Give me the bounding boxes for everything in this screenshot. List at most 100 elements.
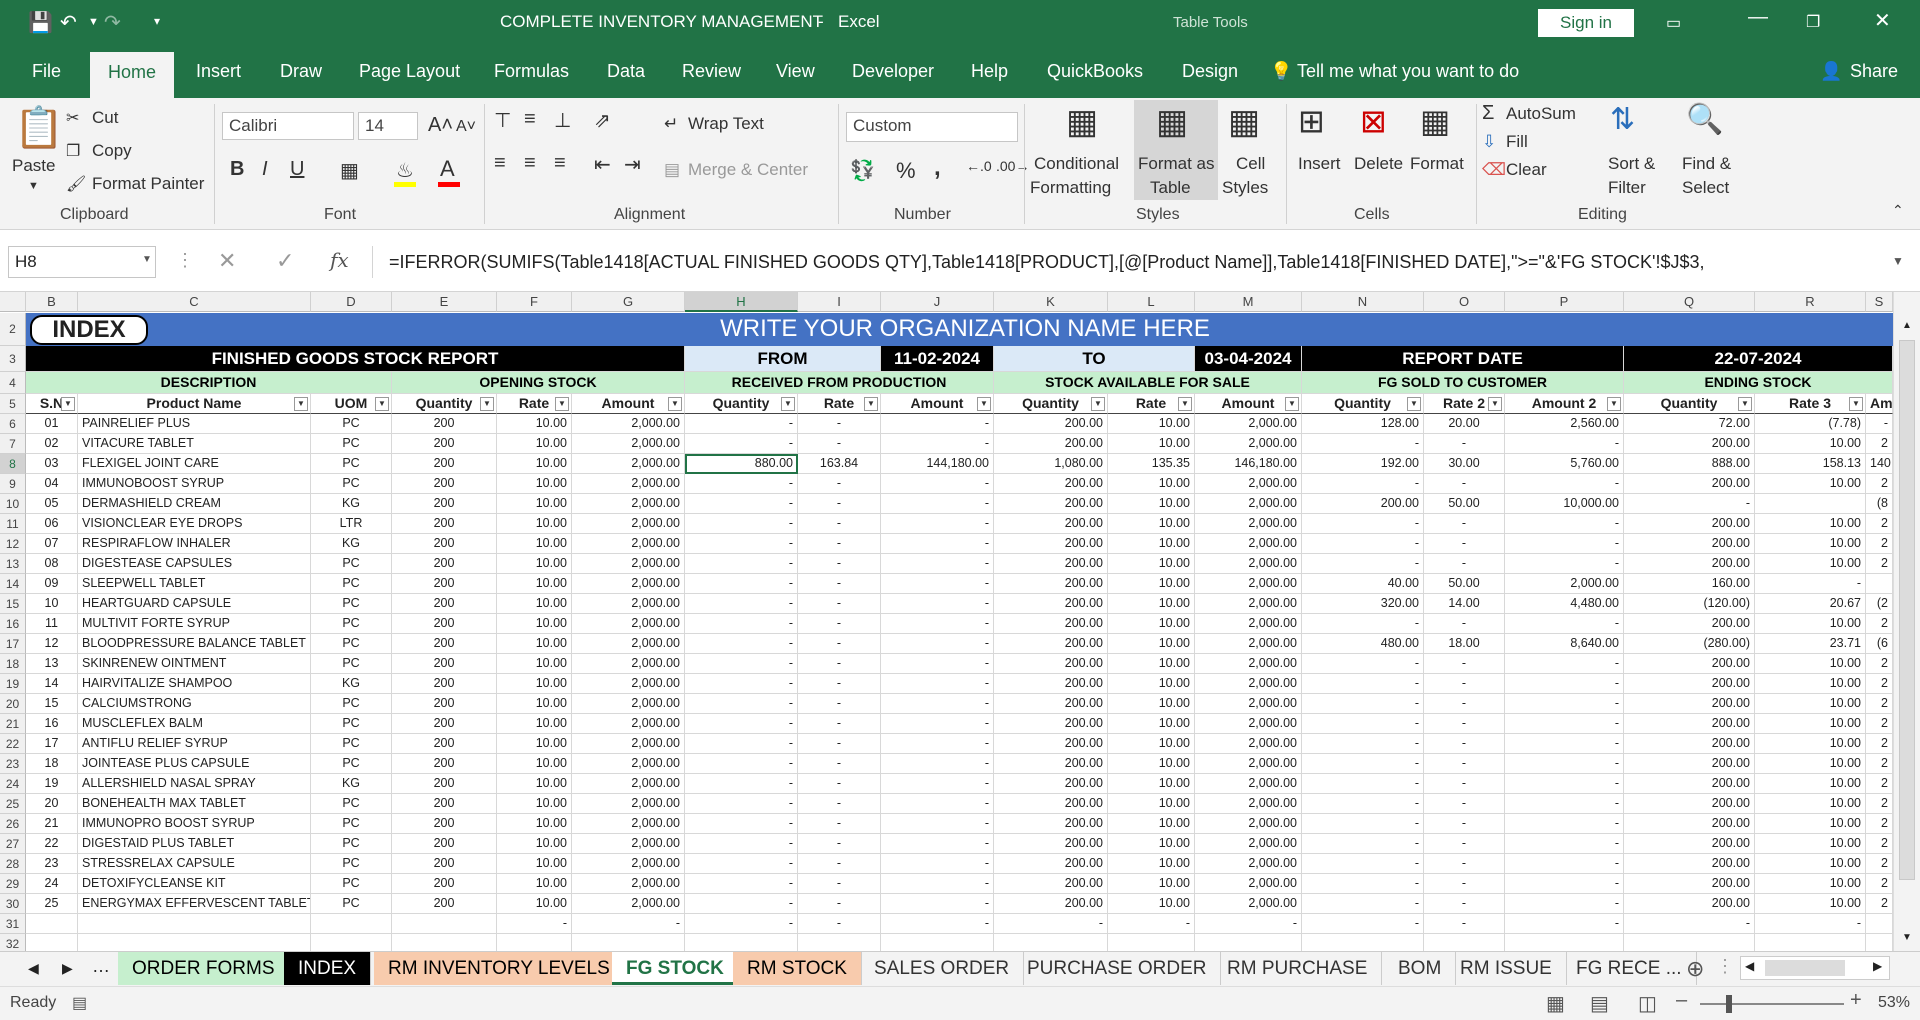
- table-cell[interactable]: [572, 934, 685, 951]
- save-icon[interactable]: 💾: [28, 10, 53, 35]
- table-cell[interactable]: -: [1302, 874, 1424, 894]
- table-cell[interactable]: 10.00: [1108, 474, 1195, 494]
- table-cell[interactable]: 2,000.00: [572, 734, 685, 754]
- table-cell[interactable]: PC: [311, 574, 392, 594]
- table-cell[interactable]: (120.00): [1624, 594, 1755, 614]
- table-cell[interactable]: 10.00: [497, 474, 572, 494]
- table-cell[interactable]: -: [497, 914, 572, 934]
- paste-icon[interactable]: 📋: [14, 104, 64, 151]
- table-cell[interactable]: -: [1424, 434, 1505, 454]
- table-cell[interactable]: 2,000.00: [572, 534, 685, 554]
- table-cell[interactable]: -: [1424, 814, 1505, 834]
- row-header[interactable]: 27: [0, 834, 26, 854]
- table-cell[interactable]: [1424, 934, 1505, 951]
- table-cell[interactable]: 200: [392, 814, 497, 834]
- table-cell[interactable]: 2,000.00: [572, 674, 685, 694]
- table-cell[interactable]: -: [798, 434, 881, 454]
- table-cell[interactable]: -: [881, 614, 994, 634]
- table-cell[interactable]: -: [685, 914, 798, 934]
- table-cell[interactable]: 40.00: [1302, 574, 1424, 594]
- table-cell[interactable]: PC: [311, 894, 392, 914]
- row-header[interactable]: 13: [0, 554, 26, 574]
- table-cell[interactable]: -: [1424, 694, 1505, 714]
- table-cell[interactable]: 200.00: [994, 834, 1108, 854]
- table-cell[interactable]: [1195, 934, 1302, 951]
- table-cell[interactable]: 192.00: [1302, 454, 1424, 474]
- table-cell[interactable]: 200: [392, 514, 497, 534]
- italic-button[interactable]: I: [262, 158, 268, 181]
- filter-dropdown-icon[interactable]: ▼: [1178, 397, 1192, 411]
- table-cell[interactable]: 2,000.00: [572, 794, 685, 814]
- table-cell[interactable]: ENERGYMAX EFFERVESCENT TABLET: [78, 894, 311, 914]
- table-cell[interactable]: -: [1505, 674, 1624, 694]
- table-cell[interactable]: [1108, 934, 1195, 951]
- table-cell[interactable]: 12: [26, 634, 78, 654]
- table-cell[interactable]: PC: [311, 594, 392, 614]
- table-cell[interactable]: 10.00: [497, 634, 572, 654]
- column-header-h[interactable]: H: [685, 292, 798, 312]
- table-cell[interactable]: JOINTEASE PLUS CAPSULE: [78, 754, 311, 774]
- page-layout-view-icon[interactable]: ▤: [1590, 991, 1609, 1016]
- table-cell[interactable]: 10.00: [497, 434, 572, 454]
- table-cell[interactable]: 2,000.00: [1195, 594, 1302, 614]
- table-cell[interactable]: -: [798, 614, 881, 634]
- table-cell[interactable]: -: [881, 714, 994, 734]
- table-cell[interactable]: 11: [26, 614, 78, 634]
- fill-color-icon[interactable]: ♨: [396, 158, 414, 183]
- table-cell[interactable]: 200: [392, 494, 497, 514]
- table-cell[interactable]: [994, 934, 1108, 951]
- table-cell[interactable]: 2: [1866, 814, 1893, 834]
- table-cell[interactable]: 200.00: [994, 514, 1108, 534]
- table-cell[interactable]: -: [881, 414, 994, 434]
- format-cells-icon[interactable]: ▦: [1420, 102, 1450, 140]
- table-cell[interactable]: [26, 914, 78, 934]
- table-cell[interactable]: -: [1424, 714, 1505, 734]
- merge-center-button[interactable]: Merge & Center: [688, 160, 808, 180]
- table-cell[interactable]: -: [881, 434, 994, 454]
- table-cell[interactable]: 2,000.00: [572, 474, 685, 494]
- table-cell[interactable]: 2: [1866, 854, 1893, 874]
- table-cell[interactable]: 2,000.00: [1195, 494, 1302, 514]
- filter-dropdown-icon[interactable]: ▼: [1849, 397, 1863, 411]
- find-select-icon[interactable]: 🔍: [1686, 102, 1723, 137]
- table-cell[interactable]: 200: [392, 434, 497, 454]
- prev-sheet-icon[interactable]: ◀: [28, 960, 39, 977]
- table-cell[interactable]: 140: [1866, 454, 1893, 474]
- section-header[interactable]: DESCRIPTION: [26, 372, 392, 394]
- table-cell[interactable]: 10.00: [1755, 874, 1866, 894]
- table-cell[interactable]: [78, 934, 311, 951]
- table-cell[interactable]: -: [1505, 894, 1624, 914]
- cut-button[interactable]: Cut: [92, 108, 118, 128]
- table-cell[interactable]: -: [1505, 854, 1624, 874]
- table-column-header[interactable]: Quantity: [1302, 394, 1424, 414]
- table-cell[interactable]: 2,000.00: [1195, 474, 1302, 494]
- column-header-n[interactable]: N: [1302, 292, 1424, 312]
- sheet-tab[interactable]: RM INVENTORY LEVELS: [374, 952, 625, 985]
- table-cell[interactable]: 480.00: [1302, 634, 1424, 654]
- table-cell[interactable]: 200: [392, 834, 497, 854]
- table-cell[interactable]: 01: [26, 414, 78, 434]
- table-cell[interactable]: -: [881, 654, 994, 674]
- table-cell[interactable]: -: [1505, 554, 1624, 574]
- table-cell[interactable]: 10.00: [497, 494, 572, 514]
- table-cell[interactable]: -: [1424, 774, 1505, 794]
- filter-dropdown-icon[interactable]: ▼: [294, 397, 308, 411]
- table-cell[interactable]: 2: [1866, 514, 1893, 534]
- table-cell[interactable]: -: [685, 554, 798, 574]
- table-cell[interactable]: 200: [392, 654, 497, 674]
- active-cell[interactable]: 880.00: [685, 454, 798, 474]
- table-cell[interactable]: PC: [311, 414, 392, 434]
- table-cell[interactable]: 200.00: [994, 634, 1108, 654]
- table-cell[interactable]: (7.78): [1755, 414, 1866, 434]
- table-cell[interactable]: 200.00: [994, 594, 1108, 614]
- table-cell[interactable]: -: [1302, 754, 1424, 774]
- formula-input[interactable]: =IFERROR(SUMIFS(Table1418[ACTUAL FINISHE…: [372, 246, 1886, 278]
- table-cell[interactable]: -: [798, 714, 881, 734]
- table-cell[interactable]: 2,000.00: [572, 554, 685, 574]
- filter-dropdown-icon[interactable]: ▼: [1285, 397, 1299, 411]
- row-header[interactable]: 6: [0, 414, 26, 434]
- table-cell[interactable]: KG: [311, 774, 392, 794]
- table-cell[interactable]: 2,000.00: [572, 854, 685, 874]
- table-cell[interactable]: 2,000.00: [1195, 754, 1302, 774]
- table-cell[interactable]: -: [1424, 734, 1505, 754]
